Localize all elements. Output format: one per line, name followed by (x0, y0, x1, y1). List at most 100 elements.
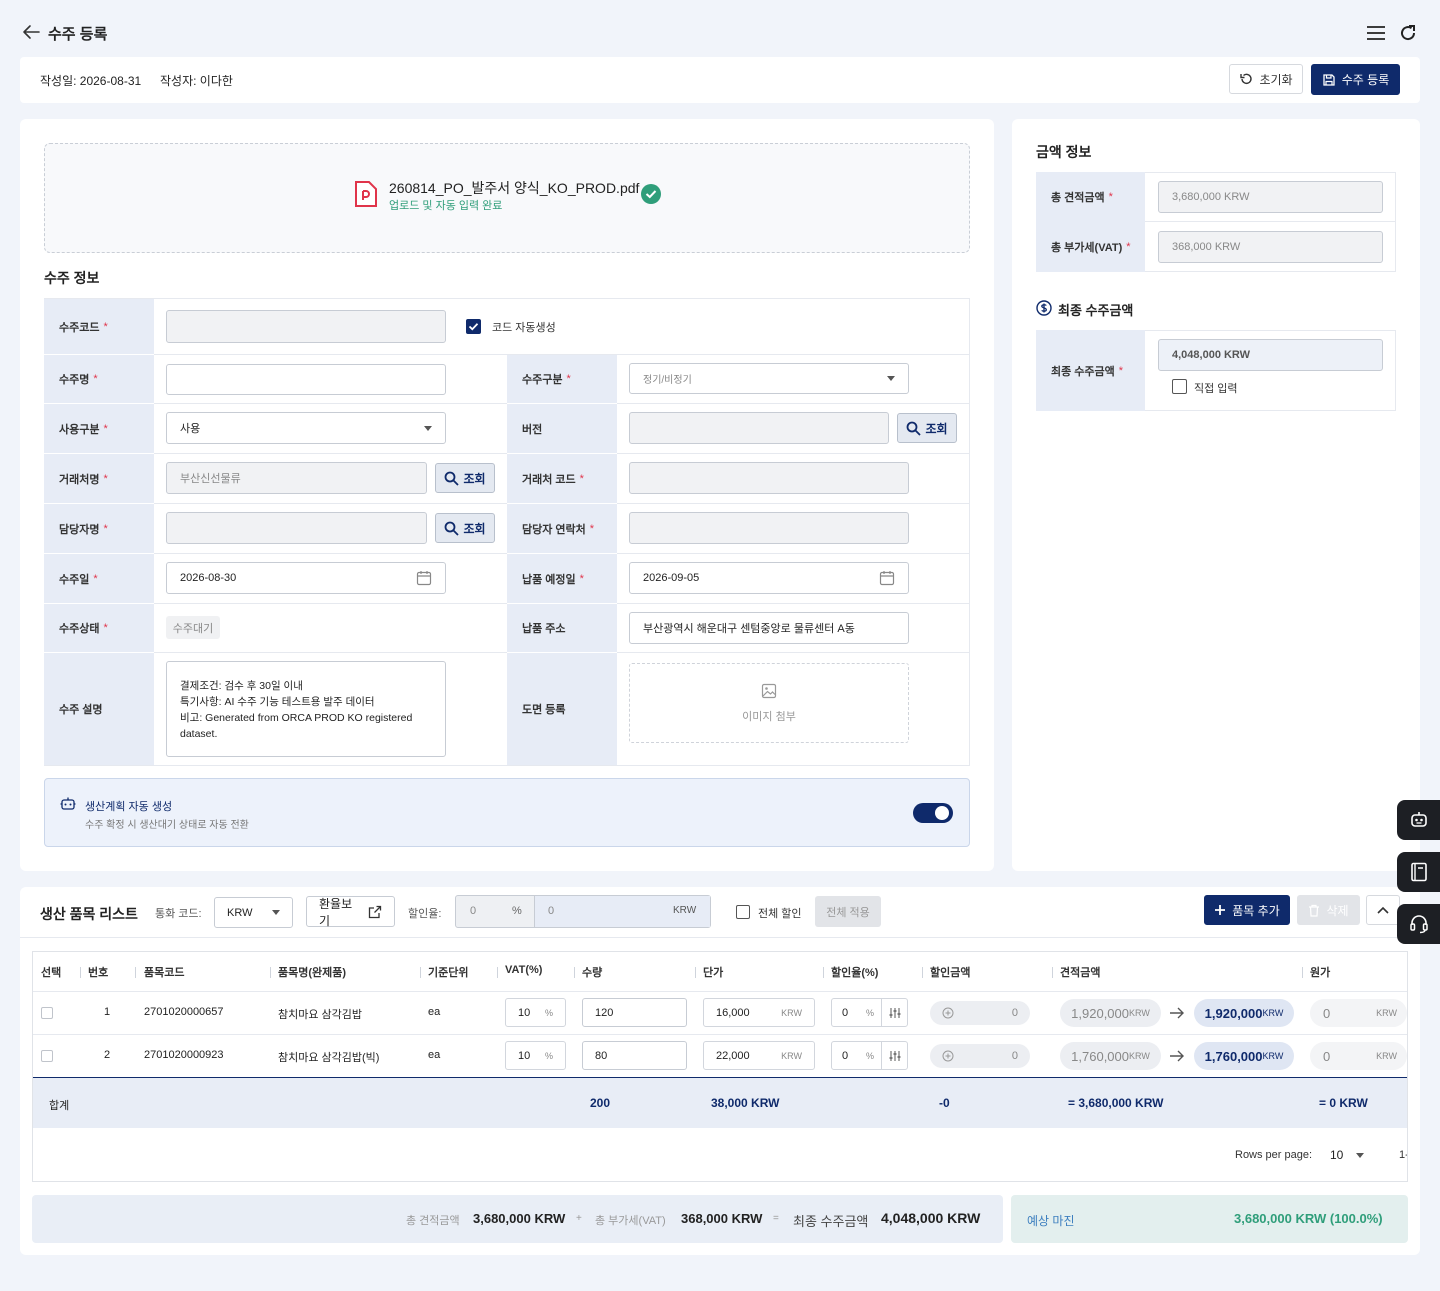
chevron-down-icon (887, 376, 895, 381)
label-category: 수주구분 * (507, 355, 617, 403)
auto-code-checkbox[interactable] (466, 319, 481, 334)
order-date-input[interactable]: 2026-08-30 (166, 562, 446, 594)
row-discount-amount[interactable]: 0 (930, 1044, 1030, 1068)
client-code-input[interactable] (629, 462, 909, 494)
manual-input-checkbox[interactable] (1172, 379, 1187, 394)
pagination-range: 1- (1399, 1149, 1407, 1161)
row-discount-rate-input[interactable]: 0% (831, 1041, 908, 1070)
col-separator (497, 967, 498, 978)
row-qty-input[interactable]: 120 (582, 998, 687, 1027)
reset-button[interactable]: 초기화 (1229, 64, 1303, 94)
label-due-date: 납품 예정일 * (507, 554, 617, 603)
sliders-icon[interactable] (881, 1042, 907, 1069)
discount-rate-input[interactable]: 0 (470, 905, 476, 917)
page-title: 수주 등록 (48, 26, 108, 43)
pdf-icon (354, 180, 378, 208)
check-circle-icon (641, 184, 661, 204)
description-textarea[interactable]: 결제조건: 검수 후 30일 이내 특기사항: AI 수주 기능 테스트용 발주… (166, 661, 446, 757)
menu-icon[interactable] (1366, 25, 1386, 41)
upload-status: 업로드 및 자동 입력 완료 (389, 200, 503, 212)
back-arrow-icon[interactable] (22, 24, 40, 40)
arrow-right-icon (1169, 1050, 1185, 1062)
row-cost[interactable]: 0 KRW (1310, 999, 1407, 1027)
apply-all-button[interactable]: 전체 적용 (815, 896, 881, 927)
production-plan-subtitle: 수주 확정 시 생산대기 상태로 자동 전환 (85, 820, 249, 831)
calendar-icon[interactable] (416, 570, 432, 586)
support-button[interactable] (1397, 904, 1440, 944)
collapse-button[interactable] (1366, 895, 1400, 925)
totals-price: 38,000 KRW (711, 1096, 780, 1110)
use-type-select[interactable]: 사용 (166, 412, 446, 444)
image-attach-dropzone[interactable] (629, 663, 909, 743)
col-separator (922, 967, 923, 978)
label-name: 수주명 * (44, 355, 154, 403)
label-total-vat: 총 부가세(VAT) * (1036, 222, 1145, 272)
calendar-icon[interactable] (879, 570, 895, 586)
delete-item-button[interactable]: 삭제 (1297, 895, 1360, 925)
add-item-button[interactable]: 품목 추가 (1204, 895, 1290, 925)
rows-per-page-select[interactable]: 10 (1330, 1147, 1364, 1163)
submit-label: 수주 등록 (1341, 73, 1390, 87)
due-date-input[interactable]: 2026-09-05 (629, 562, 909, 594)
client-search-button[interactable]: 조회 (435, 463, 495, 493)
row-quote-before: 1,760,000 KRW (1060, 1042, 1161, 1070)
total-vat-input[interactable]: 368,000 KRW (1158, 231, 1383, 263)
row-divider (617, 503, 970, 504)
currency-select[interactable]: KRW (214, 897, 293, 928)
exchange-rate-button[interactable]: 환율보기 (306, 896, 395, 928)
sliders-icon[interactable] (881, 999, 907, 1026)
summary-vat-label: 총 부가세(VAT) (595, 1215, 666, 1227)
order-code-input[interactable] (166, 310, 446, 343)
col-separator (135, 967, 136, 978)
category-select[interactable]: 정기/비정기 (629, 363, 909, 394)
all-discount-checkbox[interactable] (736, 905, 750, 919)
row-discount-amount[interactable]: 0 (930, 1001, 1030, 1025)
manual-button[interactable] (1397, 852, 1440, 892)
summary-final-label: 최종 수주금액 (793, 1214, 869, 1229)
address-input[interactable]: 부산광역시 해운대구 센텀중앙로 물류센터 A동 (629, 612, 909, 644)
final-amount-input[interactable]: 4,048,000 KRW (1158, 339, 1383, 371)
col-separator (420, 967, 421, 978)
manager-contact-input[interactable] (629, 512, 909, 544)
manager-search-button[interactable]: 조회 (435, 513, 495, 543)
row-divider (154, 553, 507, 554)
reset-icon (1239, 72, 1253, 86)
row-checkbox[interactable] (41, 1050, 53, 1062)
row-divider (154, 403, 507, 404)
row-cost[interactable]: 0 KRW (1310, 1042, 1407, 1070)
row-quote-after: 1,760,000 KRW (1194, 1042, 1294, 1070)
refresh-icon[interactable] (1398, 23, 1418, 43)
status-badge: 수주대기 (166, 616, 220, 639)
submit-order-button[interactable]: 수주 등록 (1311, 64, 1400, 95)
row-price-input[interactable]: 16,000 KRW (703, 998, 815, 1027)
ai-assistant-button[interactable] (1397, 800, 1440, 840)
row-name: 참치마요 삼각김밥 (278, 1009, 363, 1021)
production-plan-toggle[interactable] (913, 803, 953, 823)
total-quote-input[interactable]: 3,680,000 KRW (1158, 181, 1383, 213)
label-final-amount: 최종 수주금액 * (1036, 330, 1145, 411)
client-name-input[interactable]: 부산신선물류 (166, 462, 427, 494)
manager-input[interactable] (166, 512, 427, 544)
row-vat-input[interactable]: 10% (505, 1041, 566, 1070)
row-divider (154, 652, 507, 653)
created-date: 작성일: 2026-08-31 (40, 74, 142, 88)
upload-dropzone[interactable] (44, 143, 970, 253)
label-manager-contact: 담당자 연락처 * (507, 504, 617, 553)
row-code: 2701020000657 (144, 1006, 224, 1018)
all-discount-label: 전체 할인 (758, 908, 802, 920)
row-discount-rate-input[interactable]: 0% (831, 998, 908, 1027)
manual-input-label: 직접 입력 (1194, 383, 1238, 395)
row-quote-before: 1,920,000 KRW (1060, 999, 1161, 1027)
row-checkbox[interactable] (41, 1007, 53, 1019)
col-name: 품목명(완제품) (278, 967, 347, 979)
order-name-input[interactable] (166, 364, 446, 395)
margin-label: 예상 마진 (1027, 1214, 1075, 1228)
version-search-button[interactable]: 조회 (897, 413, 957, 443)
row-quote-after: 1,920,000 KRW (1194, 999, 1294, 1027)
row-qty-input[interactable]: 80 (582, 1041, 687, 1070)
version-input[interactable] (629, 412, 889, 444)
row-price-input[interactable]: 22,000 KRW (703, 1041, 815, 1070)
row-divider (1145, 221, 1396, 222)
row-vat-input[interactable]: 10% (505, 998, 566, 1027)
col-separator (695, 967, 696, 978)
